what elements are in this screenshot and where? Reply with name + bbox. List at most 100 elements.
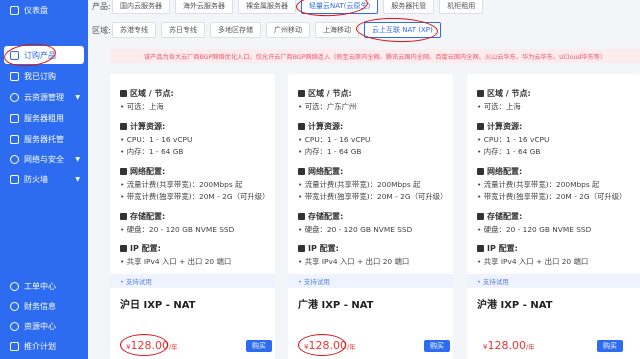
sidebar-item-label: 订购产品 xyxy=(24,50,56,60)
buy-button[interactable]: 购买 xyxy=(424,340,450,352)
bandwidth-fixed-spec: • 带宽计费(独享带宽)：20M - 2G（可升级） xyxy=(120,192,270,201)
product-option-overseas-cloud[interactable]: 海外云服务器 xyxy=(175,0,233,14)
resource-icon xyxy=(10,321,19,331)
region-option-shanghai-mobile[interactable]: 上海移动 xyxy=(315,22,359,38)
product-option-domestic-cloud[interactable]: 国内云服务器 xyxy=(112,0,170,14)
storage-icon xyxy=(120,213,127,220)
memory-spec: • 内存：1 - 64 GB xyxy=(298,147,362,156)
sidebar-item-network-security[interactable]: 网络与安全 ▼ xyxy=(0,150,88,168)
product-option-cabinet-rental[interactable]: 机柜租用 xyxy=(439,0,484,14)
price-value: 128.00 xyxy=(487,339,526,352)
firewall-icon xyxy=(10,174,19,184)
region-option-multi-storage[interactable]: 多地区存储 xyxy=(210,22,261,38)
sidebar-item-server-colocation[interactable]: 服务器托管 xyxy=(0,130,88,148)
buy-button[interactable]: 购买 xyxy=(597,340,623,352)
sidebar-item-label: 财务信息 xyxy=(24,301,56,311)
product-option-bare-metal[interactable]: 裸金属服务器 xyxy=(238,0,296,14)
ip-icon xyxy=(120,245,127,252)
network-icon xyxy=(120,168,127,175)
rack-icon xyxy=(10,134,19,144)
price-value: 128.00 xyxy=(308,339,347,352)
product-option-colocation[interactable]: 服务器托管 xyxy=(383,0,435,14)
sidebar-item-label: 我已订购 xyxy=(24,71,56,81)
ip-section-title: IP 配置: xyxy=(477,243,518,254)
price: ¥128.00/年 xyxy=(126,339,178,352)
region-option-suri[interactable]: 苏日专线 xyxy=(161,22,205,38)
sidebar-item-my-orders[interactable]: 我已订购 xyxy=(0,67,88,85)
bandwidth-traffic-spec: • 流量计费(共享带宽)：200Mbps 起 xyxy=(477,180,600,189)
trial-support-bar: • 支持试用 xyxy=(467,274,640,288)
cpu-icon xyxy=(120,123,127,130)
sidebar-item-resource-center[interactable]: 资源中心 xyxy=(0,317,88,335)
compute-section-title: 计算资源: xyxy=(477,121,522,132)
sidebar-item-firewall[interactable]: 防火墙 ▼ xyxy=(0,170,88,188)
sidebar-item-order-products[interactable]: 订购产品 xyxy=(4,46,84,64)
storage-section-title: 存储配置: xyxy=(477,211,522,222)
network-section-title: 网络配置: xyxy=(298,166,343,177)
trial-support-bar: • 支持试用 xyxy=(110,274,275,288)
cpu-icon xyxy=(477,123,484,130)
sidebar-item-label: 推介计划 xyxy=(24,341,56,351)
notice-banner: 该产品为各大云厂商BGP网络优化入口，仅允许云厂商BGP网络连入（例至云原内全网… xyxy=(110,49,640,63)
product-card: 区域 / 节点: • 可选：广东广州 计算资源: • CPU：1 - 16 vC… xyxy=(288,74,453,359)
network-section-title: 网络配置: xyxy=(477,166,522,177)
sidebar-item-label: 网络与安全 xyxy=(24,154,64,164)
region-section-title: 区域 / 节点: xyxy=(477,88,531,99)
ip-icon xyxy=(298,245,305,252)
disk-spec: • 硬盘：20 - 120 GB NVME SSD xyxy=(298,225,413,234)
compute-section-title: 计算资源: xyxy=(120,121,165,132)
sidebar-item-label: 服务器托管 xyxy=(24,134,64,144)
price-unit: /年 xyxy=(525,343,535,351)
network-icon xyxy=(298,168,305,175)
storage-icon xyxy=(298,213,305,220)
sidebar-item-finance[interactable]: 财务信息 xyxy=(0,297,88,315)
region-filter-row: 区域: 苏港专线 苏日专线 多地区存储 广州移动 上海移动 云上互联 NAT (… xyxy=(92,22,446,38)
ip-spec: • 共享 IPv4 入口 + 出口 20 端口 xyxy=(477,257,589,266)
product-option-lightweight-nat[interactable]: 轻量云NAT(云原生) xyxy=(301,0,379,14)
product-name: 沪港 IXP - NAT xyxy=(477,300,553,311)
location-icon xyxy=(477,90,484,97)
sidebar-item-tickets[interactable]: 工单中心 xyxy=(0,277,88,295)
buy-button[interactable]: 购买 xyxy=(246,340,272,352)
sidebar-item-label: 防火墙 xyxy=(24,174,48,184)
chevron-down-icon: ▼ xyxy=(75,93,80,101)
product-card: 区域 / 节点: • 可选：上海 计算资源: • CPU：1 - 16 vCPU… xyxy=(110,74,275,359)
product-filter-row: 产品: 国内云服务器 海外云服务器 裸金属服务器 轻量云NAT(云原生) 服务器… xyxy=(92,0,488,14)
product-card: 区域 / 节点: • 可选：上海 计算资源: • CPU：1 - 16 vCPU… xyxy=(467,74,640,359)
ip-section-title: IP 配置: xyxy=(298,243,339,254)
sidebar-item-referral[interactable]: 推介计划 xyxy=(0,337,88,355)
price-value: 128.00 xyxy=(130,339,169,352)
memory-spec: • 内存：1 - 64 GB xyxy=(120,147,184,156)
ip-section-title: IP 配置: xyxy=(120,243,161,254)
ip-spec: • 共享 IPv4 入口 + 出口 20 端口 xyxy=(298,257,410,266)
network-section-title: 网络配置: xyxy=(120,166,165,177)
ip-icon xyxy=(477,245,484,252)
sidebar-item-cloud-resources[interactable]: 云资源管理 ▼ xyxy=(0,88,88,106)
trial-support-bar: • 支持试用 xyxy=(288,274,453,288)
cpu-spec: • CPU：1 - 16 vCPU xyxy=(298,135,371,144)
ip-spec: • 共享 IPv4 入口 + 出口 20 端口 xyxy=(120,257,232,266)
price: ¥128.00/年 xyxy=(304,339,356,352)
sidebar-item-server-rental[interactable]: 服务器租用 xyxy=(0,109,88,127)
location-icon xyxy=(298,90,305,97)
region-section-title: 区域 / 节点: xyxy=(298,88,352,99)
region-option-sugang[interactable]: 苏港专线 xyxy=(112,22,156,38)
region-value: • 可选：上海 xyxy=(120,102,164,111)
memory-spec: • 内存：1 - 64 GB xyxy=(477,147,541,156)
sidebar-item-label: 仪表盘 xyxy=(24,5,48,15)
location-icon xyxy=(120,90,127,97)
cloud-icon xyxy=(10,92,19,102)
sidebar-item-label: 云资源管理 xyxy=(24,92,64,102)
sidebar-item-label: 资源中心 xyxy=(24,321,56,331)
storage-section-title: 存储配置: xyxy=(298,211,343,222)
bandwidth-traffic-spec: • 流量计费(共享带宽)：200Mbps 起 xyxy=(298,180,421,189)
region-option-cloud-interconnect[interactable]: 云上互联 NAT (XP) xyxy=(364,22,441,38)
order-icon xyxy=(10,71,19,81)
storage-section-title: 存储配置: xyxy=(120,211,165,222)
sidebar-item-dashboard[interactable]: 仪表盘 xyxy=(0,1,88,19)
region-value: • 可选：上海 xyxy=(477,102,521,111)
sidebar-item-label: 服务器租用 xyxy=(24,113,64,123)
product-name: 广港 IXP - NAT xyxy=(298,300,374,311)
region-option-guangzhou-mobile[interactable]: 广州移动 xyxy=(266,22,310,38)
ticket-icon xyxy=(10,281,19,291)
